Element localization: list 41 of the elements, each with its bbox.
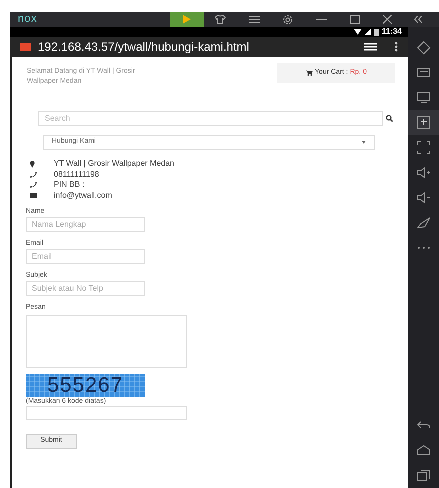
input-field[interactable]: Subjek atau No Telp [26, 281, 145, 296]
favicon-icon [20, 43, 31, 51]
captcha-image: 555267 [26, 374, 145, 397]
contact-text: info@ytwall.com [54, 192, 112, 200]
cart-icon [305, 70, 314, 76]
shirt-icon[interactable] [215, 15, 226, 24]
overflow-menu-icon[interactable] [395, 42, 398, 52]
close-icon[interactable] [382, 15, 392, 24]
input-field[interactable]: Email [26, 249, 145, 264]
home-icon[interactable] [416, 444, 430, 458]
rotate-icon[interactable] [416, 40, 430, 54]
battery-icon [374, 28, 379, 36]
volume-down-icon[interactable] [416, 190, 430, 204]
contact-text: PIN BB : [54, 181, 85, 190]
minimize-icon[interactable] [316, 18, 327, 20]
maximize-icon[interactable] [350, 15, 360, 24]
play-icon [183, 15, 191, 24]
volume-up-icon[interactable] [416, 166, 430, 180]
tabs-icon[interactable] [364, 43, 377, 51]
signal-icon [364, 29, 371, 35]
recent-apps-icon[interactable] [416, 468, 430, 482]
input-field[interactable]: Nama Lengkap [26, 217, 145, 232]
emulator-logo: nox [18, 14, 38, 25]
contact-text: YT Wall | Grosir Wallpaper Medan [54, 160, 174, 168]
screen-icon[interactable] [416, 90, 430, 104]
url-text[interactable]: 192.168.43.57/ytwall/hubungi-kami.html [38, 41, 364, 53]
settings-icon[interactable] [283, 14, 294, 24]
location-pin-icon [30, 160, 35, 168]
envelope-icon [30, 193, 37, 198]
contact-text: 08111111198 [54, 170, 100, 179]
caret-icon [362, 141, 366, 144]
collapse-icon[interactable] [414, 16, 424, 23]
fullscreen-icon[interactable] [416, 140, 430, 154]
clock-time: 11:34 [382, 28, 402, 36]
captcha-field[interactable] [26, 406, 187, 420]
apk-icon[interactable] [416, 116, 430, 130]
message-field[interactable] [26, 315, 187, 368]
wifi-icon [354, 29, 362, 35]
menu-icon[interactable] [249, 16, 260, 24]
search-field[interactable]: Search [38, 111, 383, 126]
search-icon[interactable] [386, 115, 393, 122]
